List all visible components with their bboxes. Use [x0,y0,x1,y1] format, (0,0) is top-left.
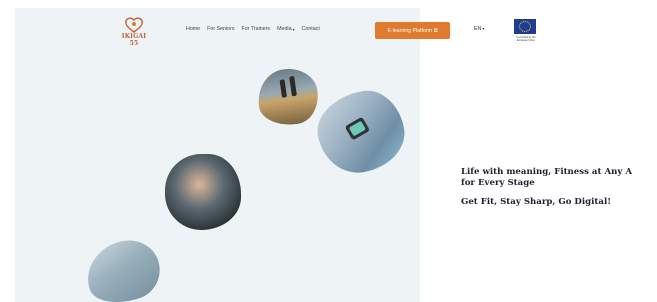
nav-for-trainers-label: For Trainers [241,26,271,32]
language-selector[interactable]: EN ▾ [474,26,484,32]
logo-text: IKIGAI 55 [121,33,147,47]
page: IKIGAI 55 Home For Seniors For Trainers … [0,0,657,302]
hero-tagline-line1: Life with meaning, Fitness at Any A [461,167,633,177]
nav-home-label: Home [186,26,201,32]
nav-media-label: Media [277,26,292,32]
nav-for-seniors[interactable]: For Seniors [207,26,234,32]
hero-tagline-line2: for Every Stage [461,178,535,188]
external-link-icon: ⧉ [433,27,438,34]
hero-tagline: Life with meaning, Fitness at Any A for … [461,167,632,189]
hero-photo-trainer-phone [165,154,241,230]
eu-funding-caption: Co-funded by the European Union [516,36,536,42]
elearning-platform-label: E-learning Platform [387,27,432,34]
nav-contact-label: Contact [301,26,320,32]
heart-logo-icon [125,17,143,33]
nav-for-trainers[interactable]: For Trainers [242,26,271,32]
chevron-down-icon: ▾ [292,26,295,32]
elearning-platform-button[interactable]: E-learning Platform ⧉ [375,22,450,39]
chevron-down-icon: ▾ [482,26,485,31]
nav-home[interactable]: Home [186,26,200,32]
nav-contact[interactable]: Contact [302,26,320,32]
hero-subtagline: Get Fit, Stay Sharp, Go Digital! [461,197,611,207]
nav-media[interactable]: Media ▾ [277,26,294,32]
eu-flag-icon [514,19,536,34]
language-label: EN [474,26,482,32]
site-logo[interactable]: IKIGAI 55 [118,16,150,47]
nav-for-seniors-label: For Seniors [207,26,235,32]
main-nav: Home For Seniors For Trainers Media ▾ Con… [186,26,320,32]
